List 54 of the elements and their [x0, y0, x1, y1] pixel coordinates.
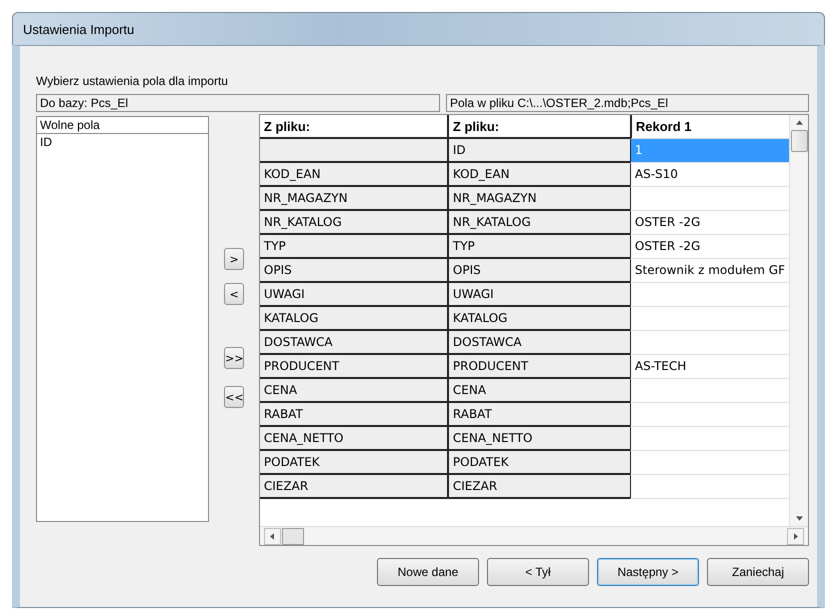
dialog-button[interactable]: Następny > — [597, 558, 699, 586]
table-cell[interactable]: KATALOG — [260, 307, 447, 331]
move-button[interactable]: >> — [224, 347, 244, 369]
source-header: Pola w pliku C:\...\OSTER_2.mdb;Pcs_El — [446, 94, 809, 112]
table-cell: PRODUCENT — [446, 355, 630, 379]
list-item[interactable]: ID — [37, 134, 208, 150]
instruction-text: Wybierz ustawienia pola dla importu — [36, 74, 229, 88]
table-cell[interactable]: RABAT — [260, 403, 447, 427]
table-cell: KOD_EAN — [446, 163, 630, 187]
horizontal-scrollbar[interactable] — [260, 526, 808, 545]
vertical-scrollbar[interactable] — [789, 115, 808, 526]
table-cell[interactable]: UWAGI — [260, 283, 447, 307]
scroll-thumb[interactable] — [282, 528, 304, 544]
table-cell[interactable]: CENA_NETTO — [260, 427, 447, 451]
table-cell: RABAT — [446, 403, 630, 427]
move-button[interactable]: > — [224, 248, 244, 270]
scroll-right-icon[interactable] — [794, 532, 798, 540]
dialog-button[interactable]: Nowe dane — [377, 558, 479, 586]
table-cell: CENA — [446, 379, 630, 403]
table-cell: OPIS — [446, 259, 630, 283]
table-cell: CENA_NETTO — [446, 427, 630, 451]
move-button[interactable]: < — [224, 283, 244, 305]
table-cell: NR_KATALOG — [446, 211, 630, 235]
table-cell: CIEZAR — [446, 475, 630, 499]
window-title: Ustawienia Importu — [23, 22, 134, 36]
table-cell[interactable]: CENA — [260, 379, 447, 403]
table-cell[interactable]: KOD_EAN — [260, 163, 447, 187]
table-cell[interactable]: NR_MAGAZYN — [260, 187, 447, 211]
table-cell[interactable]: CIEZAR — [260, 475, 447, 499]
table-cell: UWAGI — [446, 283, 630, 307]
table-cell: PODATEK — [446, 451, 630, 475]
table-cell: NR_MAGAZYN — [446, 187, 630, 211]
scroll-down-icon[interactable] — [796, 516, 802, 521]
table-cell[interactable]: TYP — [260, 235, 447, 259]
list-header: Wolne pola — [37, 117, 208, 134]
table-cell: TYP — [446, 235, 630, 259]
table-cell: DOSTAWCA — [446, 331, 630, 355]
column-header: Rekord 1 — [630, 115, 789, 139]
dialog-button[interactable]: < Tył — [487, 558, 589, 586]
scroll-thumb[interactable] — [790, 130, 808, 152]
table-cell: ID — [446, 139, 630, 163]
dialog-button[interactable]: Zaniechaj — [707, 558, 809, 586]
table-cell: KATALOG — [446, 307, 630, 331]
table-cell[interactable]: OPIS — [260, 259, 447, 283]
move-button[interactable]: << — [224, 386, 244, 408]
table-cell[interactable]: NR_KATALOG — [260, 211, 447, 235]
column-header: Z pliku: — [446, 115, 630, 139]
table-cell[interactable]: PRODUCENT — [260, 355, 447, 379]
table-cell[interactable] — [260, 139, 447, 163]
table-cell[interactable]: PODATEK — [260, 451, 447, 475]
target-header: Do bazy: Pcs_El — [36, 94, 440, 112]
scroll-left-icon[interactable] — [270, 532, 274, 540]
table-cell[interactable]: DOSTAWCA — [260, 331, 447, 355]
scroll-up-icon[interactable] — [796, 120, 802, 125]
